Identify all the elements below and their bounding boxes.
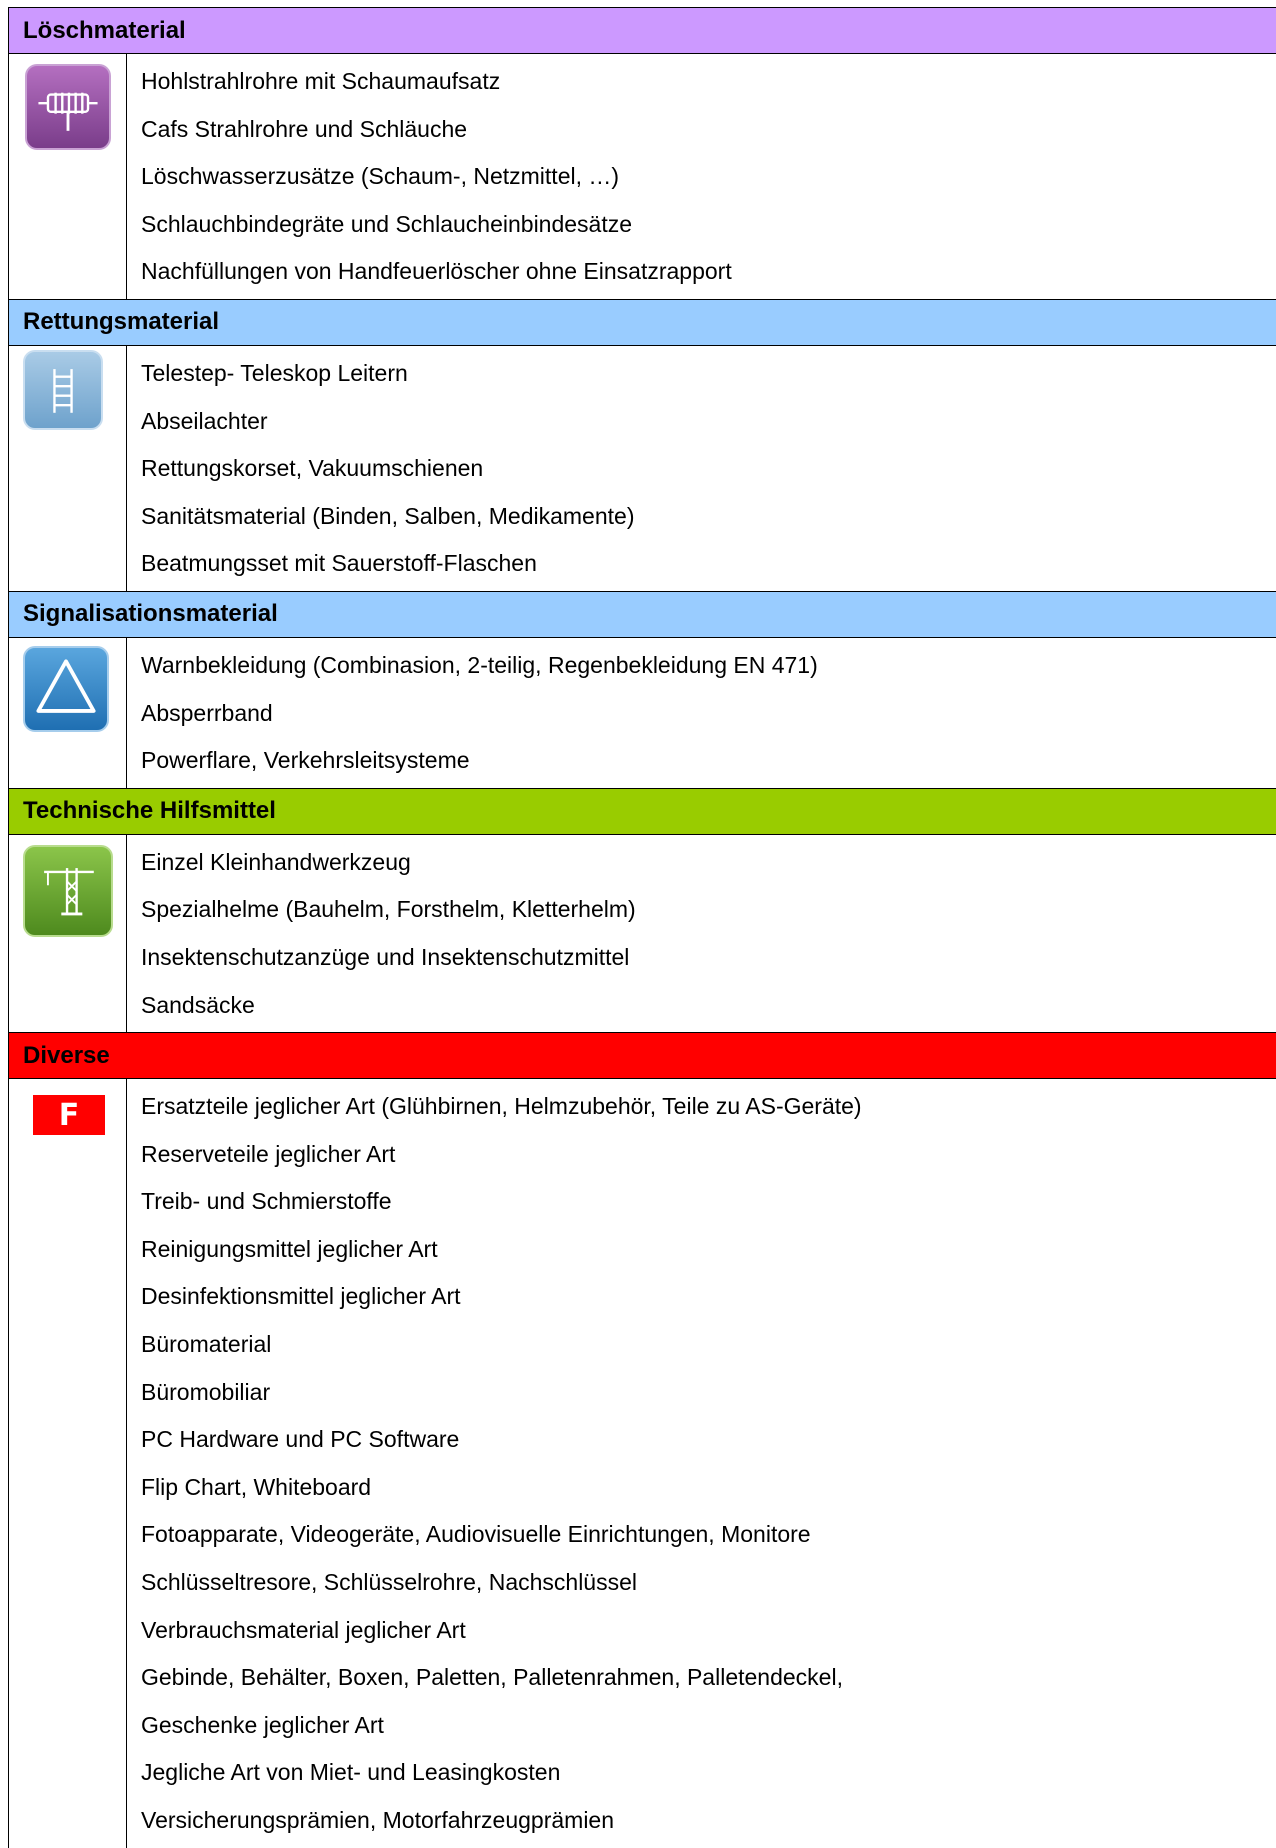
list-item: Ersatzteile jeglicher Art (Glühbirnen, H… (141, 1093, 862, 1120)
list-item: Cafs Strahlrohre und Schläuche (141, 115, 468, 142)
section-header: Diverse (9, 1033, 1276, 1080)
list-item: Desinfektionsmittel jeglicher Art (141, 1283, 461, 1310)
list-item: Fotoapparate, Videogeräte, Audiovisuelle… (141, 1521, 811, 1548)
list-item: Löschwasserzusätze (Schaum-, Netzmittel,… (141, 163, 620, 190)
fire-hose-icon (25, 64, 111, 150)
list-item: Insektenschutzanzüge und Insektenschutzm… (141, 943, 630, 970)
list-item: Beatmungsset mit Sauerstoff-Flaschen (141, 550, 537, 577)
section-technische-hilfsmittel: Technische Hilfsmittel Einzel Kleinhandw… (9, 788, 1276, 1034)
list-item: Sanitätsmaterial (Binden, Salben, Medika… (141, 502, 635, 529)
material-table: Löschmaterial Hohlstrahlrohre mit Schaum… (8, 7, 1276, 1848)
list-item: Rettungskorset, Vakuumschienen (141, 455, 484, 482)
list-item: Flip Chart, Whiteboard (141, 1473, 372, 1500)
list-item: Nachfüllungen von Handfeuerlöscher ohne … (141, 258, 732, 285)
section-title: Signalisationsmaterial (23, 600, 278, 628)
list-item: Einzel Kleinhandwerkzeug (141, 848, 411, 875)
section-loeschmaterial: Löschmaterial Hohlstrahlrohre mit Schaum… (9, 8, 1276, 300)
list-item: Hohlstrahlrohre mit Schaumaufsatz (141, 68, 501, 94)
list-item: Treib- und Schmierstoffe (141, 1188, 392, 1215)
list-item: Verbrauchsmaterial jeglicher Art (141, 1616, 466, 1643)
list-item: Abseilachter (141, 407, 268, 434)
section-signalisationsmaterial: Signalisationsmaterial Warnbekleidung (C… (9, 591, 1276, 789)
list-item: Schlüsseltresore, Schlüsselrohre, Nachsc… (141, 1569, 637, 1596)
list-item: Sandsäcke (141, 991, 255, 1018)
list-item: Reinigungsmittel jeglicher Art (141, 1235, 438, 1262)
section-header: Löschmaterial (9, 8, 1276, 54)
list-item: Powerflare, Verkehrsleitsysteme (141, 747, 470, 774)
list-item: Gebinde, Behälter, Boxen, Paletten, Pall… (141, 1664, 843, 1691)
warning-triangle-icon (23, 645, 109, 732)
list-item: Jegliche Art von Miet- und Leasingkosten (141, 1759, 561, 1786)
list-item: Versicherungsprämien, Motorfahrzeugprämi… (141, 1807, 615, 1833)
list-item: Geschenke jeglicher Art (141, 1711, 384, 1738)
list-item: Absperrband (141, 699, 273, 726)
section-rettungsmaterial: Rettungsmaterial Telestep- Teleskop Leit… (9, 299, 1276, 592)
list-item: Warnbekleidung (Combinasion, 2-teilig, R… (141, 651, 818, 678)
section-header: Rettungsmaterial (9, 299, 1276, 346)
section-title: Rettungsmaterial (23, 308, 220, 336)
list-item: Telestep- Teleskop Leitern (141, 359, 408, 386)
f-logo-letter: F (58, 1097, 80, 1133)
section-title: Diverse (23, 1041, 110, 1069)
f-logo-icon: F (33, 1095, 105, 1136)
ladder-icon (23, 349, 103, 430)
section-title: Löschmaterial (23, 16, 186, 44)
list-item: PC Hardware und PC Software (141, 1426, 460, 1453)
section-header: Technische Hilfsmittel (9, 788, 1276, 835)
section-title: Technische Hilfsmittel (23, 797, 276, 825)
list-item: Büromobiliar (141, 1378, 271, 1405)
list-item: Reserveteile jeglicher Art (141, 1140, 396, 1167)
list-item: Schlauchbindegräte und Schlaucheinbindes… (141, 210, 633, 237)
list-item: Spezialhelme (Bauhelm, Forsthelm, Klette… (141, 896, 636, 923)
list-item: Büromaterial (141, 1331, 272, 1358)
section-header: Signalisationsmaterial (9, 591, 1276, 638)
crane-icon (23, 844, 113, 937)
section-diverse: Diverse F Ersatzteile jeglicher Art (Glü… (9, 1033, 1276, 1848)
